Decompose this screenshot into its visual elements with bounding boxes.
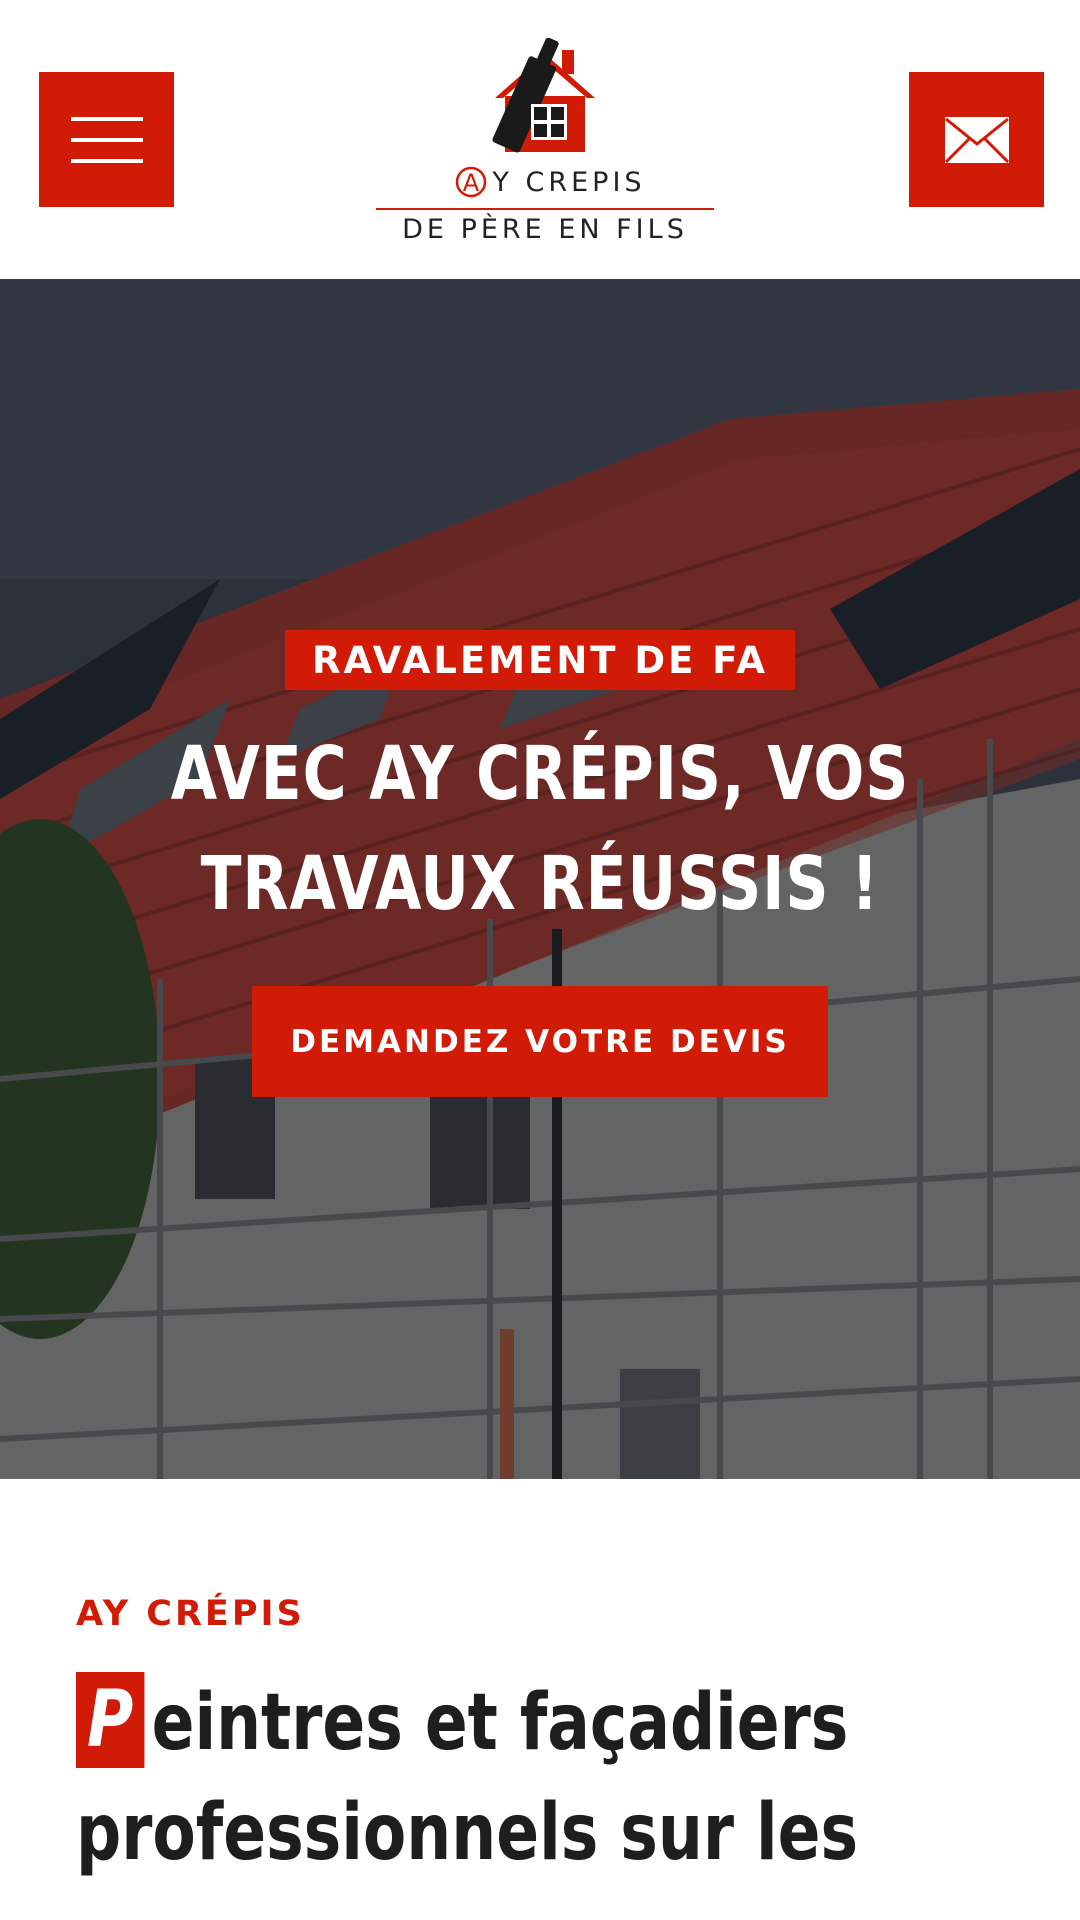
drop-cap: P xyxy=(76,1672,145,1768)
logo-brand-text: Y CREPIS xyxy=(492,166,646,198)
logo-house-icon xyxy=(492,38,595,153)
site-logo[interactable]: A Y CREPIS DE PÈRE EN FILS xyxy=(372,38,718,248)
logo-divider xyxy=(376,208,714,210)
section-title-text: eintres et façadiers professionnels sur … xyxy=(76,1678,859,1878)
menu-button[interactable] xyxy=(39,72,174,207)
mail-button[interactable] xyxy=(909,72,1044,207)
section-title: Peintres et façadiers professionnels sur… xyxy=(76,1668,940,1888)
logo-letter-mark: A xyxy=(456,166,487,198)
hero-badge: RAVALEMENT DE FA xyxy=(285,630,795,690)
svg-text:A: A xyxy=(463,169,480,197)
logo-tagline: DE PÈRE EN FILS xyxy=(402,214,688,245)
site-header: A Y CREPIS DE PÈRE EN FILS xyxy=(0,0,1080,279)
logo-brand-line: A Y CREPIS xyxy=(430,162,670,202)
mail-icon xyxy=(944,116,1009,163)
section-eyebrow: AY CRÉPIS xyxy=(76,1594,305,1634)
request-quote-button[interactable]: DEMANDEZ VOTRE DEVIS xyxy=(252,986,828,1097)
hero-title: AVEC AY CRÉPIS, VOS TRAVAUX RÉUSSIS ! xyxy=(170,731,910,927)
menu-icon xyxy=(70,116,143,163)
hero-section: RAVALEMENT DE FA AVEC AY CRÉPIS, VOS TRA… xyxy=(0,279,1080,1479)
